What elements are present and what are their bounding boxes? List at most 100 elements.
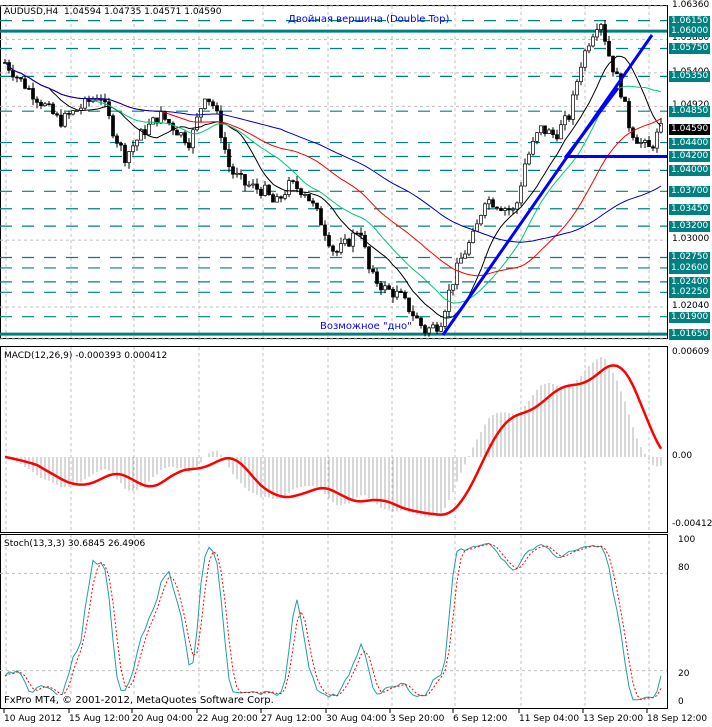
candle-body <box>43 103 47 107</box>
candle-body <box>531 141 535 155</box>
candle-body <box>555 134 559 140</box>
candle-body <box>359 232 363 236</box>
level-label: 1.04850 <box>669 106 711 118</box>
candle-body <box>55 113 59 116</box>
candle-body <box>111 115 115 137</box>
candle-body <box>95 98 99 101</box>
time-label: 13 Sep 20:00 <box>583 714 644 724</box>
time-label: 6 Sep 12:00 <box>453 714 508 724</box>
stoch-axis-0: 0 <box>678 697 684 707</box>
copyright: FxPro MT4, © 2001-2012, MetaQuotes Softw… <box>4 695 274 706</box>
candle-body <box>579 66 583 82</box>
candle-body <box>475 223 479 232</box>
level-label: 1.02600 <box>669 262 711 274</box>
level-label: 1.03450 <box>669 203 711 215</box>
candle-body <box>523 163 527 187</box>
level-label: 1.01900 <box>669 311 711 323</box>
ma-blue-line <box>4 62 662 243</box>
candle-body <box>571 94 575 120</box>
candle-body <box>147 123 151 136</box>
candle-body <box>295 181 299 189</box>
candle-body <box>67 112 71 115</box>
candle-body <box>451 284 455 291</box>
candle-body <box>647 140 651 148</box>
candle-body <box>71 110 75 115</box>
candle-body <box>495 206 499 209</box>
candle-body <box>267 184 271 196</box>
candle-body <box>303 194 307 196</box>
candle-body <box>655 131 659 149</box>
candle-body <box>283 194 287 199</box>
candle-body <box>27 88 31 90</box>
level-label: 1.03200 <box>669 221 711 233</box>
price-grid-label: 1.02040 <box>672 300 710 311</box>
candle-body <box>263 184 267 196</box>
chart-canvas[interactable] <box>0 0 712 727</box>
candle-body <box>239 172 243 175</box>
candle-body <box>563 115 567 126</box>
level-label: 1.04200 <box>669 151 711 163</box>
candle-body <box>123 144 127 164</box>
candle-body <box>635 137 639 144</box>
candle-body <box>115 135 119 144</box>
time-label: 18 Sep 12:00 <box>647 714 708 724</box>
candle-body <box>511 208 515 211</box>
candle-body <box>507 208 511 211</box>
candle-body <box>211 101 215 107</box>
candle-body <box>575 81 579 96</box>
candle-body <box>223 137 227 150</box>
candle-body <box>331 245 335 252</box>
candle-body <box>23 78 27 89</box>
candle-body <box>47 103 51 106</box>
macd-axis-max: 0.00609 <box>672 347 710 357</box>
candle-body <box>439 326 443 332</box>
candle-body <box>651 146 655 149</box>
time-label: 22 Aug 20:00 <box>197 714 258 724</box>
candle-body <box>379 283 383 291</box>
candle-body <box>515 202 519 210</box>
candle-body <box>427 327 431 334</box>
candle-body <box>135 139 139 147</box>
candle-body <box>395 290 399 298</box>
candle-body <box>491 199 495 208</box>
candle-body <box>103 99 107 103</box>
stoch-axis-20: 20 <box>678 669 690 679</box>
level-label: 1.06000 <box>669 26 711 38</box>
candle-body <box>591 36 595 47</box>
candle-body <box>343 238 347 244</box>
level-label: 1.02750 <box>669 252 711 264</box>
candle-body <box>567 115 571 120</box>
candle-body <box>559 124 563 140</box>
level-label: 1.04400 <box>669 137 711 149</box>
macd-axis-zero: 0.00 <box>672 451 693 461</box>
candle-body <box>215 105 219 112</box>
candle-body <box>463 253 467 259</box>
candle-body <box>407 297 411 312</box>
candle-body <box>15 76 19 79</box>
candle-body <box>315 202 319 209</box>
candle-body <box>287 180 291 196</box>
time-label: 3 Sep 20:00 <box>390 714 445 724</box>
candle-body <box>623 96 627 102</box>
candle-body <box>455 262 459 286</box>
candle-body <box>471 230 475 243</box>
level-label: 1.05350 <box>669 71 711 83</box>
candle-body <box>275 196 279 203</box>
candle-body <box>419 317 423 326</box>
candle-body <box>643 140 647 143</box>
candle-body <box>503 208 507 211</box>
candle-body <box>127 151 131 164</box>
time-label: 20 Aug 04:00 <box>132 714 193 724</box>
candle-body <box>415 315 419 319</box>
candle-body <box>351 232 355 247</box>
macd-axis-min: -0.00412 <box>672 519 712 529</box>
candle-body <box>311 200 315 204</box>
candle-body <box>119 142 123 146</box>
candle-body <box>383 285 387 291</box>
candle-body <box>607 40 611 57</box>
level-label: 1.02250 <box>669 287 711 299</box>
main-panel <box>0 5 668 339</box>
candle-body <box>603 24 607 42</box>
candle-body <box>199 108 203 118</box>
bottom-annotation: Возможное "дно" <box>320 321 412 332</box>
